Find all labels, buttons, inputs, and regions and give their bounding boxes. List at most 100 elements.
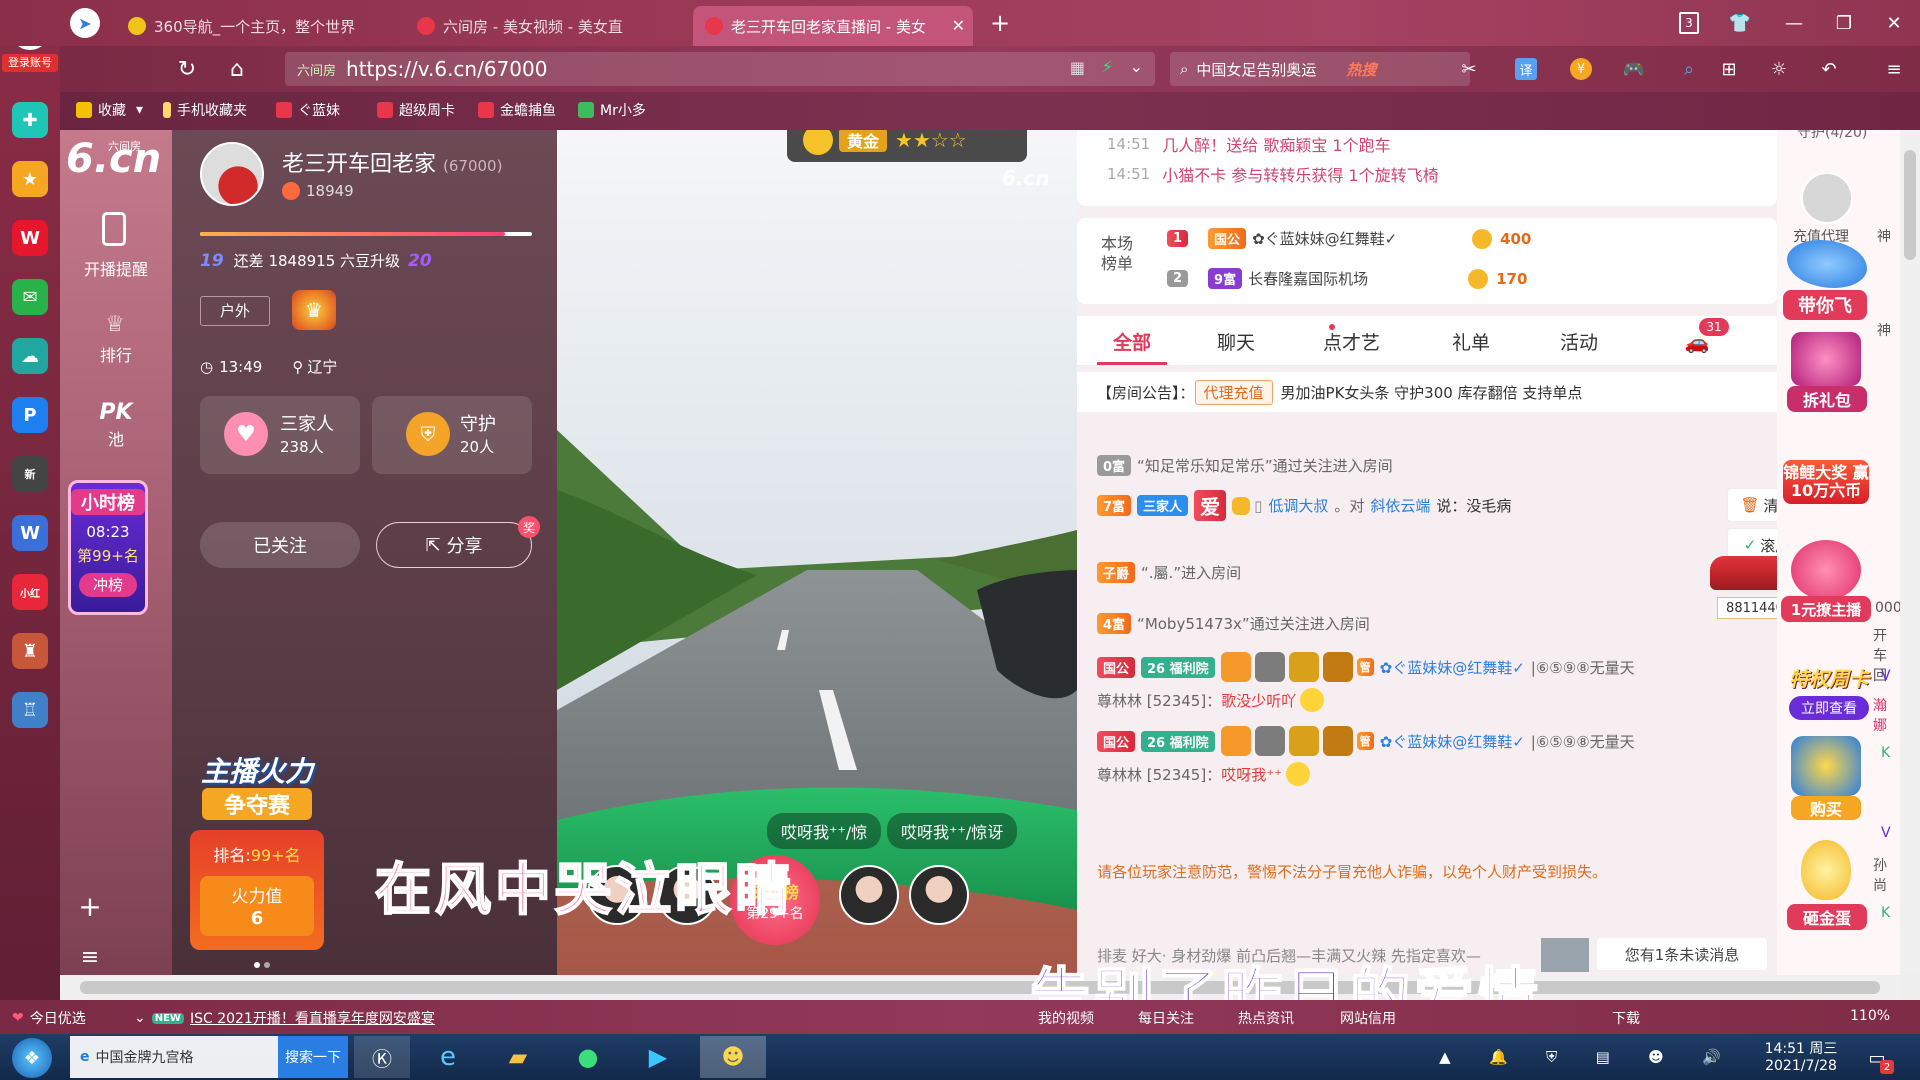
tray-up-icon[interactable]: ▲ bbox=[1439, 1048, 1451, 1066]
tab-gift-list[interactable]: 礼单 bbox=[1452, 328, 1490, 355]
status-item[interactable]: 网站信用 bbox=[1340, 1008, 1396, 1028]
p-app-icon[interactable]: P bbox=[12, 397, 48, 433]
bookmark-fishing[interactable]: 金蟾捕鱼 bbox=[478, 100, 556, 120]
live-reminder[interactable]: 开播提醒 bbox=[60, 256, 172, 280]
add-button[interactable]: + bbox=[60, 890, 120, 923]
navigate-icon[interactable]: ➤ bbox=[70, 8, 100, 38]
horizontal-scrollbar[interactable] bbox=[60, 975, 1900, 1000]
taskbar-app-active[interactable]: ☻ bbox=[700, 1036, 766, 1078]
restore-icon[interactable]: ❐ bbox=[1830, 10, 1858, 36]
tab-live-room[interactable]: 老三开车回老家直播间 - 美女 ✕ bbox=[693, 6, 973, 46]
news-app-icon[interactable]: 新 bbox=[12, 456, 48, 492]
network-icon[interactable]: ▤ bbox=[1596, 1048, 1610, 1066]
grid-icon[interactable]: ⊞ bbox=[1715, 56, 1743, 82]
game-icon[interactable]: ♜ bbox=[12, 633, 48, 669]
new-tab-button[interactable]: + bbox=[985, 8, 1015, 38]
category-tag[interactable]: 户外 bbox=[200, 296, 270, 326]
search-tool-icon[interactable]: ⌕ bbox=[1675, 56, 1703, 82]
minimize-icon[interactable]: — bbox=[1780, 10, 1808, 36]
clock[interactable]: 14:51 周三 2021/7/28 bbox=[1756, 1038, 1846, 1074]
qr-icon[interactable]: ▦ bbox=[1070, 58, 1085, 77]
weibo-icon[interactable]: W bbox=[12, 220, 48, 256]
fire-competition-card[interactable]: 主播火力 争夺赛 排名:99+名 火力值 6 bbox=[182, 750, 332, 975]
search-box[interactable]: ⌕ 中国女足告别奥运 热搜 bbox=[1170, 52, 1470, 86]
chevron-down-icon[interactable]: ⌄ bbox=[1130, 57, 1143, 76]
unbox-promo[interactable]: 拆礼包 bbox=[1787, 386, 1867, 412]
status-item[interactable]: 我的视频 bbox=[1038, 1008, 1094, 1028]
coin-icon[interactable]: ¥ bbox=[1570, 58, 1592, 80]
castle-game-icon[interactable]: ♖ bbox=[12, 692, 48, 728]
message-user[interactable]: 尊林林 [52345]： bbox=[1097, 764, 1221, 785]
favorites-star-icon[interactable]: ★ bbox=[12, 161, 48, 197]
taskbar-search[interactable]: e 中国金牌九宫格 bbox=[70, 1036, 278, 1078]
start-button[interactable]: ❖ bbox=[12, 1038, 52, 1078]
weekcard-promo[interactable]: 特权周卡 bbox=[1781, 662, 1877, 692]
refresh-icon[interactable]: ↻ bbox=[170, 52, 204, 86]
brightness-icon[interactable]: ☼ bbox=[1765, 56, 1793, 82]
vertical-scrollbar[interactable] bbox=[1900, 130, 1920, 975]
scissors-icon[interactable]: ✂ bbox=[1455, 56, 1483, 82]
hourly-rank-button[interactable]: 冲榜 bbox=[79, 573, 137, 597]
close-tab-icon[interactable]: ✕ bbox=[952, 16, 965, 35]
scrollbar-thumb[interactable] bbox=[1904, 150, 1916, 260]
translate-icon[interactable]: 译 bbox=[1515, 58, 1537, 80]
list-menu-button[interactable]: ≡ bbox=[60, 945, 120, 970]
tab-chat[interactable]: 聊天 bbox=[1217, 328, 1255, 355]
taskbar-app-ie[interactable]: e bbox=[420, 1036, 476, 1078]
taskbar-search-button[interactable]: 搜索一下 bbox=[278, 1036, 348, 1078]
viewer-avatar[interactable] bbox=[839, 865, 899, 925]
today-picks[interactable]: ❤ 今日优选 bbox=[12, 1008, 86, 1028]
taskbar-app-browser[interactable]: ● bbox=[560, 1036, 616, 1078]
anchor-avatar[interactable] bbox=[200, 142, 264, 206]
board-label[interactable]: 本场榜单 bbox=[1101, 234, 1141, 274]
message-user[interactable]: ✿ぐ蓝妹妹@红舞鞋✓ bbox=[1380, 731, 1525, 752]
fly-promo[interactable]: 带你飞 bbox=[1783, 290, 1867, 320]
bookmark-mrxiaoduo[interactable]: Mr小多 bbox=[578, 100, 646, 120]
pk-link[interactable]: PK bbox=[60, 400, 172, 425]
unread-message-notice[interactable]: 您有1条未读消息 bbox=[1597, 938, 1767, 970]
notice-tag[interactable]: 代理充值 bbox=[1194, 379, 1273, 405]
zoom-level[interactable]: 110% bbox=[1850, 1008, 1890, 1024]
taskbar-app-folder[interactable]: ▰ bbox=[490, 1036, 546, 1078]
document-icon[interactable]: W bbox=[12, 515, 48, 551]
site-logo[interactable]: 6.cn bbox=[66, 136, 161, 182]
guard-button[interactable]: ⛨ 守护 20人 bbox=[372, 396, 532, 474]
buy-promo[interactable]: 购买 bbox=[1791, 796, 1861, 820]
tab-talent[interactable]: 点才艺 bbox=[1323, 328, 1380, 355]
date-host-promo[interactable]: 1元撩主播 bbox=[1781, 596, 1871, 622]
home-icon[interactable]: ⌂ bbox=[220, 52, 254, 86]
menu-icon[interactable]: ≡ bbox=[1880, 56, 1908, 82]
avatar[interactable] bbox=[1801, 172, 1853, 224]
pk-pool-link[interactable]: 池 bbox=[60, 426, 172, 450]
board-row[interactable]: 1 国公 ✿ぐ蓝妹妹@红舞鞋✓ 400 bbox=[1167, 228, 1667, 249]
view-now-button[interactable]: 立即查看 bbox=[1789, 696, 1869, 720]
tab-all[interactable]: 全部 bbox=[1113, 328, 1151, 355]
taskbar-app-k[interactable]: Ⓚ bbox=[354, 1036, 410, 1078]
scrollbar-thumb[interactable] bbox=[80, 981, 1880, 994]
login-label[interactable]: 登录账号 bbox=[2, 54, 58, 72]
volume-icon[interactable]: 🔊 bbox=[1702, 1048, 1721, 1066]
taskbar-app-player[interactable]: ▶ bbox=[630, 1036, 686, 1078]
security-icon[interactable]: ⛨ bbox=[1546, 1048, 1557, 1066]
bookmark-mobile[interactable]: 手机收藏夹 bbox=[163, 100, 247, 120]
red-app-icon[interactable]: 小红 bbox=[12, 574, 48, 610]
smash-egg-promo[interactable]: 砸金蛋 bbox=[1787, 904, 1867, 930]
status-item[interactable]: 热点资讯 bbox=[1238, 1008, 1294, 1028]
plus-app-icon[interactable]: ✚ bbox=[12, 102, 48, 138]
tab-count-icon[interactable]: 3 bbox=[1679, 12, 1699, 34]
bookmark-lanmei[interactable]: ぐ蓝妹 bbox=[276, 100, 340, 120]
tab-360[interactable]: 360导航_一个主页，整个世界 bbox=[116, 6, 396, 46]
tab-activity[interactable]: 活动 bbox=[1560, 328, 1598, 355]
bookmark-weekcard[interactable]: 超级周卡 bbox=[377, 100, 455, 120]
viewer-avatar[interactable] bbox=[909, 865, 969, 925]
followed-button[interactable]: 已关注 bbox=[200, 522, 360, 568]
message-user[interactable]: 低调大叔 bbox=[1268, 495, 1328, 516]
mail-icon[interactable]: ✉ bbox=[12, 279, 48, 315]
bell-icon[interactable]: 🔔 bbox=[1489, 1048, 1508, 1066]
gamepad-icon[interactable]: 🎮 bbox=[1620, 56, 1648, 82]
family-button[interactable]: ♥ 三家人 238人 bbox=[200, 396, 360, 474]
message-user[interactable]: ✿ぐ蓝妹妹@红舞鞋✓ bbox=[1380, 657, 1525, 678]
news-ticker[interactable]: ⌄ NEW ISC 2021开播！看直播享年度网安盛宴 bbox=[134, 1008, 435, 1028]
url-field[interactable]: 六间房 https://v.6.cn/67000 ▦ ⚡ ⌄ bbox=[285, 52, 1155, 86]
undo-icon[interactable]: ↶ bbox=[1815, 56, 1843, 82]
